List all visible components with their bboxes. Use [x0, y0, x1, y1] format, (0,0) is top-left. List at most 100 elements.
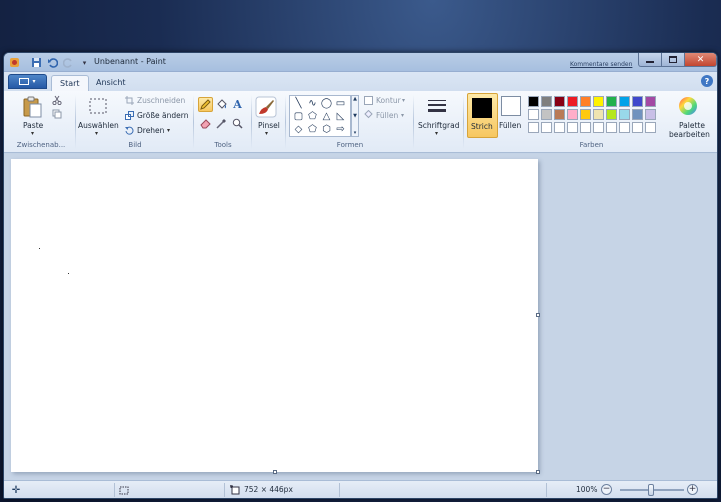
palette-empty-swatch[interactable]: [528, 122, 539, 133]
paint-menu-button[interactable]: ▾: [8, 74, 47, 89]
palette-empty-swatch[interactable]: [632, 122, 643, 133]
tools-group-label: Tools: [214, 141, 232, 149]
color2-swatch[interactable]: [501, 96, 521, 116]
right-triangle-shape-icon[interactable]: ◺: [335, 111, 346, 122]
resize-handle-right[interactable]: [536, 313, 540, 317]
palette-color-swatch[interactable]: [580, 96, 591, 107]
save-icon[interactable]: [30, 56, 43, 69]
pentagon-shape-icon[interactable]: ⬠: [307, 124, 318, 135]
copy-icon[interactable]: [51, 108, 63, 120]
palette-empty-swatch[interactable]: [593, 122, 604, 133]
curve-shape-icon[interactable]: ∿: [307, 98, 318, 109]
redo-icon[interactable]: [62, 56, 75, 69]
rotate-dropdown-icon[interactable]: ▾: [167, 127, 170, 134]
eraser-tool[interactable]: [198, 116, 213, 131]
expand-icon[interactable]: ▾: [354, 130, 357, 136]
brush-icon: [255, 96, 277, 118]
palette-color-swatch[interactable]: [645, 96, 656, 107]
oval-shape-icon[interactable]: ◯: [321, 98, 332, 109]
fill-button[interactable]: Füllen: [376, 111, 398, 120]
fill-dropdown-icon[interactable]: ▾: [401, 112, 404, 119]
tab-start[interactable]: Start: [51, 75, 89, 91]
size-dropdown-icon[interactable]: ▾: [435, 130, 438, 137]
paint-app-icon[interactable]: [8, 56, 21, 69]
palette-color-swatch[interactable]: [554, 109, 565, 120]
hexagon-shape-icon[interactable]: ⬡: [321, 124, 332, 135]
shapes-scrollbar[interactable]: ▲ ▼ ▾: [351, 95, 359, 137]
palette-empty-swatch[interactable]: [645, 122, 656, 133]
palette-color-swatch[interactable]: [619, 96, 630, 107]
fill-tool[interactable]: [214, 97, 229, 112]
palette-color-swatch[interactable]: [541, 109, 552, 120]
arrow-shape-icon[interactable]: ⇨: [335, 124, 346, 135]
scroll-down-icon[interactable]: ▼: [353, 113, 357, 119]
palette-empty-swatch[interactable]: [606, 122, 617, 133]
maximize-button[interactable]: [661, 53, 685, 67]
group-divider: [193, 95, 194, 149]
rotate-button[interactable]: Drehen: [137, 126, 164, 135]
palette-color-swatch[interactable]: [580, 109, 591, 120]
outline-dropdown-icon[interactable]: ▾: [402, 97, 405, 104]
palette-color-swatch[interactable]: [632, 109, 643, 120]
palette-color-swatch[interactable]: [632, 96, 643, 107]
select-button[interactable]: [87, 95, 109, 117]
brushes-dropdown-icon[interactable]: ▾: [265, 130, 268, 137]
tab-ansicht[interactable]: Ansicht: [88, 75, 134, 91]
resize-handle-corner[interactable]: [536, 470, 540, 474]
crop-button[interactable]: Zuschneiden: [137, 96, 185, 105]
resize-button[interactable]: Größe ändern: [137, 111, 188, 120]
help-icon[interactable]: ?: [701, 75, 713, 87]
rectangle-shape-icon[interactable]: ▭: [335, 98, 346, 109]
outline-button[interactable]: Kontur: [376, 96, 401, 105]
pencil-tool[interactable]: [198, 97, 213, 112]
magnifier-tool[interactable]: [230, 116, 245, 131]
select-label: Auswählen: [78, 121, 119, 130]
palette-color-swatch[interactable]: [606, 109, 617, 120]
palette-empty-swatch[interactable]: [580, 122, 591, 133]
select-dropdown-icon[interactable]: ▾: [95, 130, 98, 137]
palette-color-swatch[interactable]: [645, 109, 656, 120]
rounded-rectangle-shape-icon[interactable]: ▢: [293, 111, 304, 122]
size-button[interactable]: [425, 95, 449, 119]
palette-color-swatch[interactable]: [593, 109, 604, 120]
polygon-shape-icon[interactable]: ⬠: [307, 111, 318, 122]
close-button[interactable]: ✕: [684, 53, 717, 67]
paste-dropdown-icon[interactable]: ▾: [31, 130, 34, 137]
zoom-out-button[interactable]: −: [601, 484, 612, 495]
resize-handle-bottom[interactable]: [273, 470, 277, 474]
edit-colors-button[interactable]: [677, 95, 699, 117]
minimize-button[interactable]: [638, 53, 662, 67]
customize-quick-access-icon[interactable]: ▾: [78, 56, 91, 69]
color-picker-tool[interactable]: [214, 116, 229, 131]
zoom-in-button[interactable]: +: [687, 484, 698, 495]
palette-empty-swatch[interactable]: [567, 122, 578, 133]
zoom-level: 100%: [576, 485, 598, 494]
undo-icon[interactable]: [46, 56, 59, 69]
brushes-button[interactable]: [254, 95, 278, 119]
color1-button[interactable]: Strich: [467, 93, 498, 138]
palette-color-swatch[interactable]: [554, 96, 565, 107]
palette-color-swatch[interactable]: [528, 96, 539, 107]
feedback-link[interactable]: Kommentare senden: [570, 61, 632, 68]
palette-color-swatch[interactable]: [541, 96, 552, 107]
palette-color-swatch[interactable]: [528, 109, 539, 120]
diamond-shape-icon[interactable]: ◇: [293, 124, 304, 135]
paste-button[interactable]: [20, 95, 44, 119]
palette-color-swatch[interactable]: [593, 96, 604, 107]
zoom-slider-thumb[interactable]: [648, 484, 654, 496]
palette-color-swatch[interactable]: [567, 96, 578, 107]
palette-empty-swatch[interactable]: [619, 122, 630, 133]
palette-color-swatch[interactable]: [567, 109, 578, 120]
drawing-canvas[interactable]: [11, 159, 538, 472]
palette-color-swatch[interactable]: [619, 109, 630, 120]
scroll-up-icon[interactable]: ▲: [353, 96, 357, 102]
triangle-shape-icon[interactable]: △: [321, 111, 332, 122]
line-shape-icon[interactable]: ╲: [293, 98, 304, 109]
cut-icon[interactable]: [51, 94, 63, 106]
chevron-down-icon: ▾: [32, 78, 36, 85]
text-tool[interactable]: A: [230, 97, 245, 112]
selection-size-icon: [118, 484, 130, 496]
palette-color-swatch[interactable]: [606, 96, 617, 107]
palette-empty-swatch[interactable]: [554, 122, 565, 133]
palette-empty-swatch[interactable]: [541, 122, 552, 133]
